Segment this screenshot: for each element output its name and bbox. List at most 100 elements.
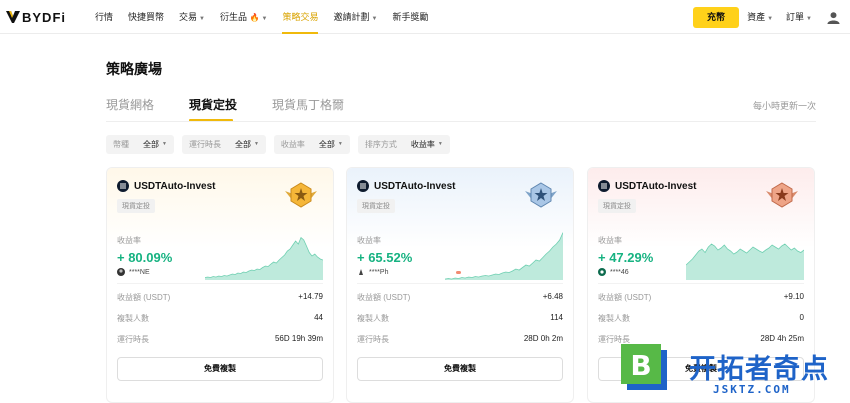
free-copy-button[interactable]: 免費複製 xyxy=(357,357,563,381)
filter-label: 運行時長 xyxy=(188,140,221,149)
sparkline-area xyxy=(686,244,804,280)
chevron-down-icon: ▼ xyxy=(371,16,378,22)
profit-value: +6.48 xyxy=(542,292,563,301)
strategy-card[interactable]: USDTAuto-Invest 現貨定投 收益率 + 65.52% ****Ph… xyxy=(346,167,574,403)
nav-market[interactable]: 行情 xyxy=(95,0,113,34)
profit-row: 收益額 (USDT) +6.48 xyxy=(357,292,563,302)
strategy-owner: ****46 xyxy=(598,268,629,276)
tabs-divider xyxy=(106,121,816,122)
yield-label: 收益率 xyxy=(598,236,622,245)
user-icon[interactable] xyxy=(827,11,840,24)
yield-sparkline xyxy=(686,243,804,280)
filter-yield[interactable]: 收益率 全部 ▼ xyxy=(273,135,350,154)
yield-sparkline xyxy=(205,236,323,280)
bydfi-logo[interactable]: BYDFi xyxy=(6,9,66,25)
nav-assets[interactable]: 資產 ▼ xyxy=(747,0,773,34)
gold-medal-icon xyxy=(285,182,317,208)
chevron-down-icon: ▼ xyxy=(261,16,268,22)
svg-text:B: B xyxy=(630,349,651,382)
strategy-tag: 現貨定投 xyxy=(598,199,636,213)
chevron-down-icon: ▼ xyxy=(253,141,259,147)
filter-label: 收益率 xyxy=(280,140,305,149)
copies-row: 複製人數 44 xyxy=(117,313,323,323)
owner-name: ****46 xyxy=(610,268,629,276)
strategy-name: USDTAuto-Invest xyxy=(615,180,697,192)
profit-value: +9.10 xyxy=(783,292,804,301)
profit-value: +14.79 xyxy=(298,292,323,301)
filter-value: 收益率 xyxy=(410,140,435,149)
nav-quick-buy[interactable]: 快捷買幣 xyxy=(128,0,164,34)
strategy-name: USDTAuto-Invest xyxy=(134,180,216,192)
filter-runtime[interactable]: 運行時長 全部 ▼ xyxy=(181,135,266,154)
filter-label: 幣種 xyxy=(113,140,129,149)
strategy-tag: 現貨定投 xyxy=(117,199,155,213)
avatar-icon xyxy=(359,269,363,275)
strategy-name: USDTAuto-Invest xyxy=(374,180,456,192)
chevron-down-icon: ▼ xyxy=(337,141,343,147)
nav-trade[interactable]: 交易 ▼ xyxy=(179,0,205,34)
tab-spot-martingale[interactable]: 現貨馬丁格爾 xyxy=(272,96,344,122)
avatar-icon xyxy=(117,268,125,276)
nav-newbie-rewards[interactable]: 新手獎勵 xyxy=(392,0,428,34)
yield-label: 收益率 xyxy=(117,236,141,245)
owner-name: ****Ph xyxy=(369,268,389,276)
chevron-down-icon: ▼ xyxy=(806,16,812,22)
yield-value: + 47.29% xyxy=(598,250,654,265)
filter-label: 排序方式 xyxy=(364,140,397,149)
logo-mark-icon xyxy=(6,11,20,23)
filter-value: 全部 xyxy=(234,140,251,149)
silver-medal-icon xyxy=(525,182,557,208)
copies-value: 44 xyxy=(314,313,323,322)
brand-name: BYDFi xyxy=(22,9,66,25)
strategy-owner: ****Ph xyxy=(357,268,388,276)
fire-icon: 🔥 xyxy=(249,13,260,22)
chevron-down-icon: ▼ xyxy=(437,141,443,147)
runtime-value: 28D 0h 2m xyxy=(523,334,563,343)
runtime-row: 運行時長 28D 0h 2m xyxy=(357,334,563,344)
nav-right: 充幣 資產 ▼ 訂單 ▼ xyxy=(693,0,840,34)
strategy-tabs: 現貨網格 現貨定投 現貨馬丁格爾 xyxy=(106,96,379,122)
chevron-down-icon: ▼ xyxy=(199,16,205,22)
filter-sort[interactable]: 排序方式 收益率 ▼ xyxy=(357,135,450,154)
strategy-owner: ****NE xyxy=(117,268,150,276)
filter-value: 全部 xyxy=(318,140,335,149)
yield-value: + 65.52% xyxy=(357,250,413,265)
site-watermark: B 开拓者奇点 JSKTZ.COM xyxy=(614,340,850,403)
strategy-coin-icon xyxy=(357,180,369,192)
filter-coin[interactable]: 幣種 全部 ▼ xyxy=(106,135,174,154)
page-title: 策略廣場 xyxy=(106,61,162,77)
profit-row: 收益額 (USDT) +9.10 xyxy=(598,292,804,302)
strategy-card[interactable]: USDTAuto-Invest 現貨定投 收益率 + 80.09% ****NE… xyxy=(106,167,334,403)
watermark-logo-icon: B xyxy=(621,344,667,390)
tab-spot-dca[interactable]: 現貨定投 xyxy=(189,96,237,122)
watermark-text: 开拓者奇点 xyxy=(689,354,829,385)
runtime-row: 運行時長 56D 19h 39m xyxy=(117,334,323,344)
avatar-icon xyxy=(598,268,606,276)
nav-referral[interactable]: 邀請計劃 ▼ xyxy=(333,0,377,34)
strategy-coin-icon xyxy=(598,180,610,192)
strategy-tag: 現貨定投 xyxy=(357,199,395,213)
runtime-value: 56D 19h 39m xyxy=(274,334,323,343)
nav-derivatives[interactable]: 衍生品 🔥 ▼ xyxy=(220,0,267,34)
profit-row: 收益額 (USDT) +14.79 xyxy=(117,292,323,302)
chevron-down-icon: ▼ xyxy=(162,141,167,147)
nav-strategy-trading[interactable]: 策略交易 xyxy=(282,0,319,34)
copies-row: 複製人數 114 xyxy=(357,313,563,323)
copies-row: 複製人數 0 xyxy=(598,313,804,323)
filter-value: 全部 xyxy=(143,140,159,149)
filter-bar: 幣種 全部 ▼ 運行時長 全部 ▼ 收益率 全部 ▼ 排序方式 收益率 ▼ xyxy=(106,135,458,154)
yield-sparkline xyxy=(445,232,563,280)
chevron-down-icon: ▼ xyxy=(767,16,774,22)
strategy-coin-icon xyxy=(117,180,129,192)
top-nav: BYDFi 行情 快捷買幣 交易 ▼ 衍生品 🔥 ▼ 策略交易 邀請計劃 ▼ 新手獎勵… xyxy=(0,0,850,34)
watermark-domain: JSKTZ.COM xyxy=(713,383,791,396)
tab-spot-grid[interactable]: 現貨網格 xyxy=(106,96,154,122)
copies-value: 114 xyxy=(550,313,563,322)
nav-orders[interactable]: 訂單 ▼ xyxy=(786,0,812,34)
main-menu: 行情 快捷買幣 交易 ▼ 衍生品 🔥 ▼ 策略交易 邀請計劃 ▼ 新手獎勵 xyxy=(95,0,443,34)
free-copy-button[interactable]: 免費複製 xyxy=(117,357,323,381)
bronze-medal-icon xyxy=(766,182,798,208)
refresh-note: 每小時更新一次 xyxy=(752,101,816,111)
deposit-button[interactable]: 充幣 xyxy=(693,6,740,28)
owner-name: ****NE xyxy=(129,268,150,276)
